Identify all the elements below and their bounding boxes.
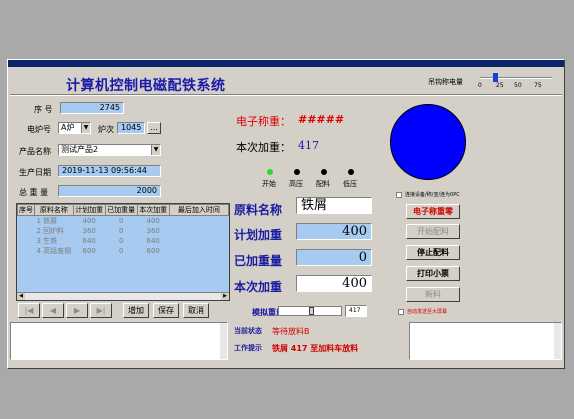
title-bar	[8, 60, 564, 67]
batch-field[interactable]: 1045	[117, 122, 145, 134]
material-name-label: 原料名称	[234, 203, 283, 217]
table-row[interactable]: 4 高锰废钢 600 0 600	[18, 246, 229, 256]
current-weight-label: 本次加重：	[236, 141, 291, 154]
col-header[interactable]: 已加重量	[104, 204, 138, 216]
col-header[interactable]: 计划加重	[72, 204, 106, 216]
low-voltage-lamp-icon	[348, 169, 354, 175]
right-log-textbox[interactable]	[409, 322, 562, 360]
hint-label: 工作提示	[234, 344, 262, 352]
scale-weight-value: #####	[298, 113, 345, 126]
status-indicator-circle	[390, 104, 466, 180]
material-grid[interactable]: 序号 原料名称 计划加重 已加重量 本次加重 最后加入时间 1 铁屑 400 0…	[16, 203, 230, 301]
start-lamp-icon	[267, 169, 273, 175]
date-field[interactable]: 2019-11-13 09:56:44	[58, 165, 161, 177]
sim-weight-field[interactable]: 417	[345, 305, 367, 317]
chevron-down-icon[interactable]: ▼	[151, 145, 160, 155]
date-label: 生产日期	[19, 168, 51, 177]
slider-thumb[interactable]	[309, 307, 314, 315]
connect-label: 连接设备/称/亚/连为0PC	[405, 192, 460, 198]
col-header[interactable]: 序号	[17, 204, 35, 216]
header-divider	[10, 94, 562, 96]
seq-label: 序 号	[34, 105, 53, 114]
print-ticket-button[interactable]: 打印小票	[406, 266, 460, 281]
col-header[interactable]: 最后加入时间	[168, 204, 230, 216]
start-lamp-label: 开始	[262, 180, 276, 188]
table-row[interactable]: 1 铁屑 400 0 400	[18, 216, 229, 227]
auto-send-label: 自动发送至大屏幕	[407, 309, 448, 315]
auto-send-checkbox[interactable]	[398, 309, 404, 315]
added-weight-field[interactable]: 0	[296, 249, 372, 266]
start-batching-button[interactable]: 开始配料	[406, 224, 460, 239]
furnace-label: 电炉号	[27, 125, 51, 134]
add-button[interactable]: 增加	[123, 303, 149, 318]
batching-lamp-label: 配料	[316, 180, 330, 188]
sim-weight-slider[interactable]	[278, 306, 342, 316]
current-weight-value: 417	[298, 139, 319, 152]
new-material-button[interactable]: 新料	[406, 287, 460, 302]
first-record-button[interactable]: |◀	[18, 303, 40, 318]
scale-tick: 50	[514, 82, 522, 89]
this-weight-field[interactable]: 400	[296, 275, 372, 292]
right-log-scrollbar[interactable]	[554, 323, 561, 359]
main-window: 计算机控制电磁配铁系统 吊钩称电量 0 25 50 75 序 号 2745 电炉…	[7, 59, 565, 369]
connect-checkbox[interactable]	[396, 192, 402, 198]
high-voltage-lamp-icon	[294, 169, 300, 175]
batch-browse-button[interactable]: ...	[147, 122, 161, 134]
table-row[interactable]: 2 回炉料 360 0 360	[18, 226, 229, 236]
seq-field[interactable]: 2745	[60, 102, 124, 114]
scale-tick: 0	[478, 82, 482, 89]
furnace-select[interactable]: A炉 ▼	[58, 122, 91, 134]
hook-scale-slider[interactable]: 0 25 50 75	[478, 73, 556, 89]
batching-lamp-icon	[321, 169, 327, 175]
grid-horizontal-scrollbar[interactable]: ◀ ▶	[17, 292, 229, 300]
slider-thumb[interactable]	[493, 73, 498, 82]
next-record-button[interactable]: ▶	[66, 303, 88, 318]
plan-weight-label: 计划加重	[234, 228, 283, 242]
added-weight-label: 已加重量	[234, 254, 283, 268]
plan-weight-field[interactable]: 400	[296, 223, 372, 240]
table-row[interactable]: 3 生铁 640 0 640	[18, 236, 229, 246]
total-weight-label: 总 重 量	[19, 188, 49, 197]
col-header[interactable]: 原料名称	[34, 204, 74, 216]
total-weight-field[interactable]: 2000	[58, 185, 161, 197]
hint-value: 铁屑 417 至加料车放料	[272, 344, 359, 353]
hook-scale-label: 吊钩称电量	[428, 78, 463, 86]
scale-tick: 75	[534, 82, 542, 89]
high-voltage-lamp-label: 高压	[289, 180, 303, 188]
scale-weight-label: 电子称重：	[236, 115, 291, 128]
save-button[interactable]: 保存	[153, 303, 179, 318]
zero-scale-button[interactable]: 电子称重零	[406, 204, 460, 219]
material-name-field[interactable]: 铁屑	[296, 197, 372, 214]
last-record-button[interactable]: ▶|	[90, 303, 112, 318]
scroll-left-icon[interactable]: ◀	[17, 293, 25, 300]
scale-tick: 25	[496, 82, 504, 89]
log-scrollbar[interactable]	[220, 323, 227, 359]
prev-record-button[interactable]: ◀	[42, 303, 64, 318]
stop-batching-button[interactable]: 停止配料	[406, 245, 460, 260]
state-label: 当前状态	[234, 327, 262, 335]
cancel-button[interactable]: 取消	[183, 303, 209, 318]
state-value: 等待放料B	[272, 327, 310, 336]
log-textbox[interactable]	[10, 322, 228, 360]
this-weight-label: 本次加重	[234, 280, 283, 294]
chevron-down-icon[interactable]: ▼	[81, 123, 90, 133]
product-label: 产品名称	[19, 147, 51, 156]
scroll-right-icon[interactable]: ▶	[221, 293, 229, 300]
batch-label: 炉次	[98, 125, 114, 134]
product-select[interactable]: 测试产品2 ▼	[58, 144, 161, 156]
low-voltage-lamp-label: 低压	[343, 180, 357, 188]
app-title: 计算机控制电磁配铁系统	[66, 78, 226, 94]
col-header[interactable]: 本次加重	[136, 204, 170, 216]
